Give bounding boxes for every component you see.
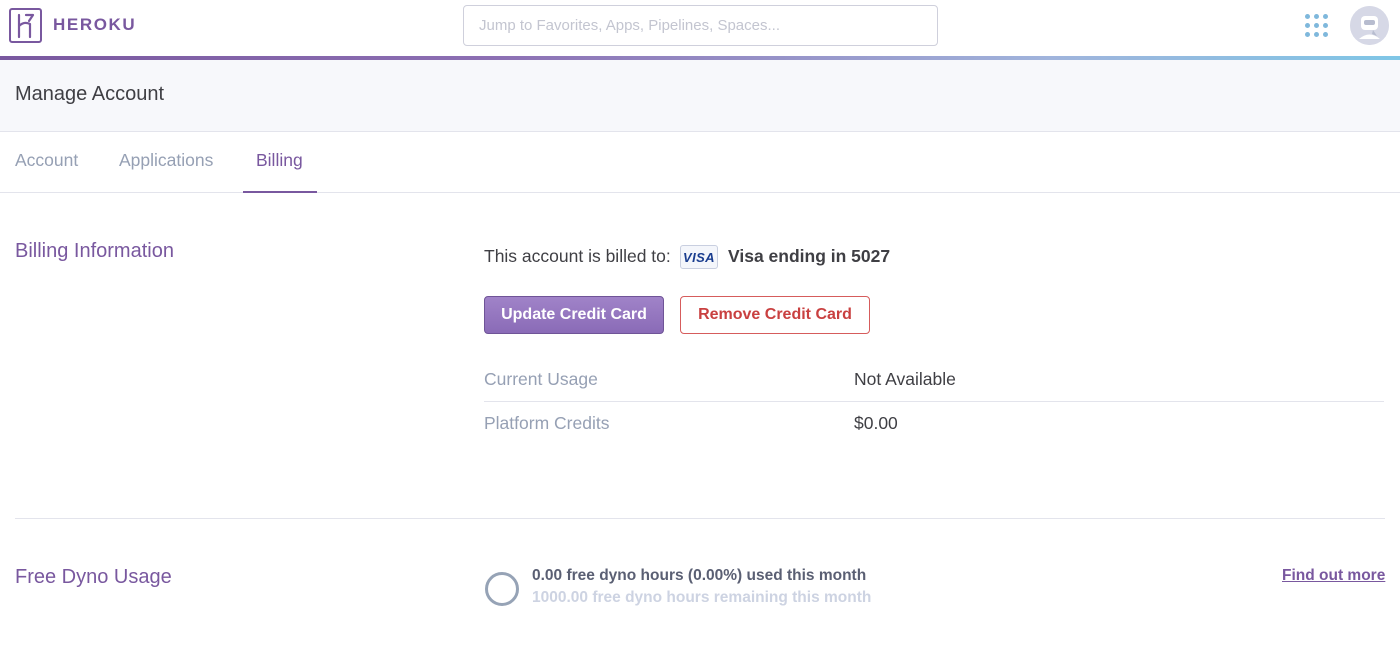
card-brand-label: VISA — [683, 250, 715, 265]
visa-card-icon: VISA — [680, 245, 718, 269]
current-usage-label: Current Usage — [484, 369, 598, 389]
remove-credit-card-button[interactable]: Remove Credit Card — [680, 296, 870, 334]
update-credit-card-button[interactable]: Update Credit Card — [484, 296, 664, 334]
user-avatar[interactable] — [1350, 6, 1389, 45]
account-tabs: Account Applications Billing — [0, 133, 1400, 193]
dyno-section-title: Free Dyno Usage — [15, 566, 172, 588]
brand-name[interactable]: HEROKU — [53, 15, 136, 35]
apps-grid-icon[interactable] — [1305, 14, 1329, 38]
dyno-usage-ring — [485, 572, 519, 606]
current-usage-value: Not Available — [854, 369, 956, 389]
section-divider — [15, 518, 1385, 519]
heroku-logo-icon[interactable] — [9, 8, 42, 43]
tab-applications[interactable]: Applications — [119, 150, 213, 171]
platform-credits-value: $0.00 — [854, 413, 898, 433]
search-input[interactable] — [463, 5, 938, 46]
dyno-hours-remaining: 1000.00 free dyno hours remaining this m… — [532, 589, 872, 606]
row-divider — [484, 401, 1384, 402]
tab-billing[interactable]: Billing — [256, 150, 303, 171]
tab-account[interactable]: Account — [15, 150, 78, 171]
active-tab-indicator — [243, 191, 317, 193]
page-header: Manage Account — [0, 60, 1400, 132]
billed-to-label: This account is billed to: — [484, 246, 671, 266]
card-description: Visa ending in 5027 — [728, 246, 891, 266]
find-out-more-link[interactable]: Find out more — [1282, 567, 1385, 585]
dyno-hours-used: 0.00 free dyno hours (0.00%) used this m… — [532, 567, 867, 584]
billing-section-title: Billing Information — [15, 240, 174, 262]
top-header: HEROKU — [0, 0, 1400, 56]
page-title: Manage Account — [15, 83, 164, 105]
platform-credits-label: Platform Credits — [484, 413, 610, 433]
